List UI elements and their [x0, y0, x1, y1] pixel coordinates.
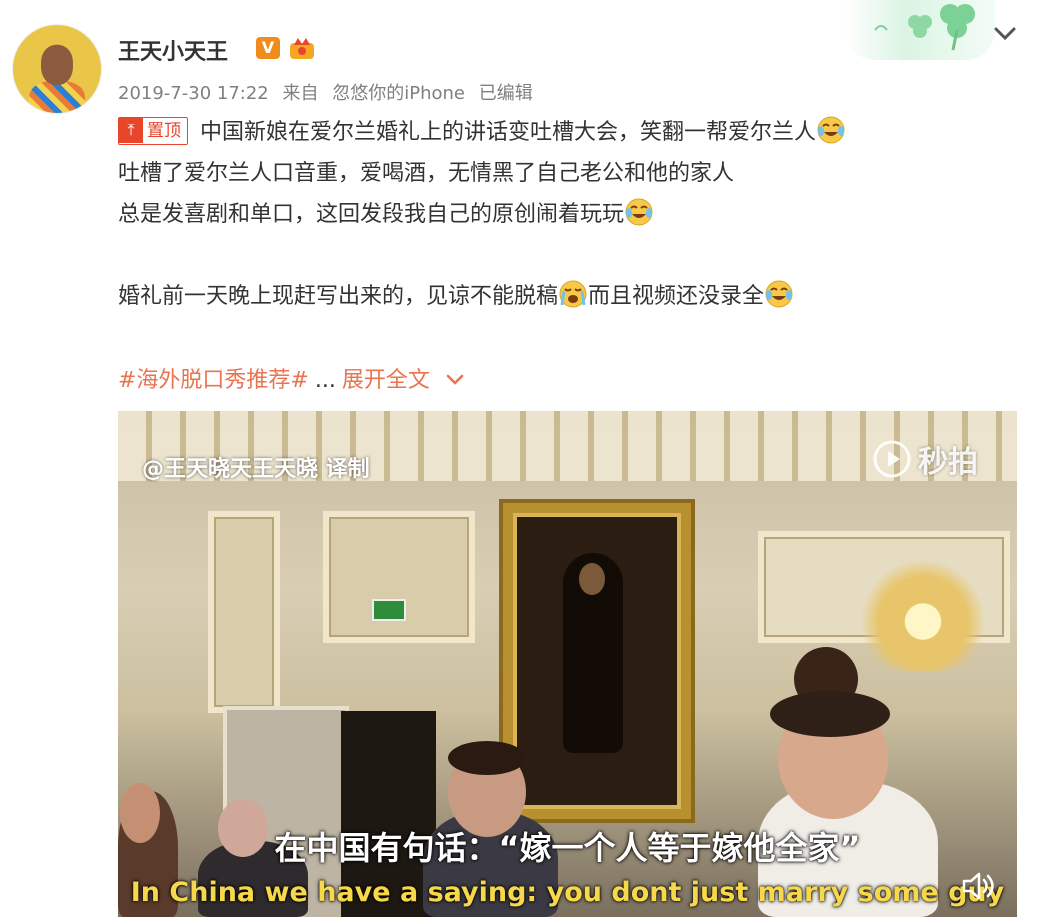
post-meta: 2019-7-30 17:22 来自 忽悠你的iPhone 已编辑	[118, 79, 541, 105]
laugh-cry-emoji-icon	[817, 116, 845, 144]
subtitle-english: In China we have a saying: you dont just…	[130, 877, 1005, 908]
play-circle-icon	[873, 440, 911, 478]
source-prefix: 来自	[282, 83, 319, 104]
chandelier	[858, 561, 988, 671]
wall-panel	[323, 511, 475, 643]
portrait-painting	[503, 503, 691, 819]
video-watermark: @王天晓天王天晓 译制	[142, 457, 370, 482]
exit-sign	[372, 599, 406, 621]
clover-icon	[874, 4, 975, 51]
post-date[interactable]: 2019-7-30 17:22	[118, 83, 269, 104]
post-line-1-text: 中国新娘在爱尔兰婚礼上的讲话变吐槽大会，笑翻一帮爱尔兰人	[200, 120, 817, 145]
post-line-3-text: 总是发喜剧和单口，这回发段我自己的原创闹着玩玩	[118, 202, 625, 227]
ellipsis: ...	[314, 368, 336, 393]
crown-badge-icon	[290, 38, 314, 59]
miaopai-label: 秒拍	[918, 445, 978, 480]
edited-label[interactable]: 已编辑	[479, 83, 533, 104]
user-name[interactable]: 王天小天王	[118, 34, 228, 66]
post-line-3: 总是发喜剧和单口，这回发段我自己的原创闹着玩玩	[118, 194, 998, 235]
post-line-4-text-b: 而且视频还没录全	[588, 284, 765, 309]
chevron-down-icon[interactable]	[444, 368, 466, 390]
groom-hair	[770, 691, 890, 737]
crying-emoji-icon	[559, 280, 587, 308]
portrait-face	[579, 563, 605, 595]
post-line-1: ⤒ 置顶 中国新娘在爱尔兰婚礼上的讲话变吐槽大会，笑翻一帮爱尔兰人	[118, 112, 998, 153]
post-line-4-text-a: 婚礼前一天晚上现赶写出来的，见谅不能脱稿	[118, 284, 559, 309]
post-line-4: 婚礼前一天晚上现赶写出来的，见谅不能脱稿 而且视频还没录全	[118, 276, 998, 317]
pin-icon: ⤒	[119, 117, 143, 143]
wall-panel	[208, 511, 280, 713]
tag-line: #海外脱口秀推荐#... 展开全文	[118, 362, 466, 394]
avatar-body	[29, 81, 85, 113]
post-line-2: 吐槽了爱尔兰人口音重，爱喝酒，无情黑了自己老公和他的家人	[118, 161, 735, 186]
clover-decoration	[845, 0, 995, 60]
weibo-post: 王天小天王 V 2019-7-30 17:22 来自 忽悠你的iPhone 已编…	[0, 0, 1038, 922]
miaopai-logo: 秒拍	[872, 437, 978, 481]
chevron-down-icon[interactable]	[990, 18, 1020, 48]
subtitle-chinese: 在中国有句话：“嫁一个人等于嫁他全家”	[274, 829, 861, 867]
verified-badge-icon: V	[256, 37, 280, 59]
groomsman-hair	[448, 741, 526, 775]
laugh-cry-emoji-icon	[765, 280, 793, 308]
volume-icon[interactable]	[960, 869, 998, 903]
pinned-label: 置顶	[147, 121, 181, 141]
hashtag-link[interactable]: #海外脱口秀推荐#	[118, 368, 309, 393]
avatar-face	[41, 45, 73, 85]
pinned-badge: ⤒ 置顶	[118, 117, 188, 145]
avatar[interactable]	[12, 24, 102, 114]
laugh-cry-emoji-icon	[625, 198, 653, 226]
expand-full-text-link[interactable]: 展开全文	[342, 368, 430, 393]
post-text: ⤒ 置顶 中国新娘在爱尔兰婚礼上的讲话变吐槽大会，笑翻一帮爱尔兰人 吐槽了爱尔兰人口…	[118, 112, 998, 317]
video-player[interactable]: @王天晓天王天晓 译制 秒拍 在中国有句话：“嫁一个人等于嫁他全家” In Ch…	[118, 411, 1017, 917]
post-source[interactable]: 忽悠你的iPhone	[332, 83, 465, 104]
